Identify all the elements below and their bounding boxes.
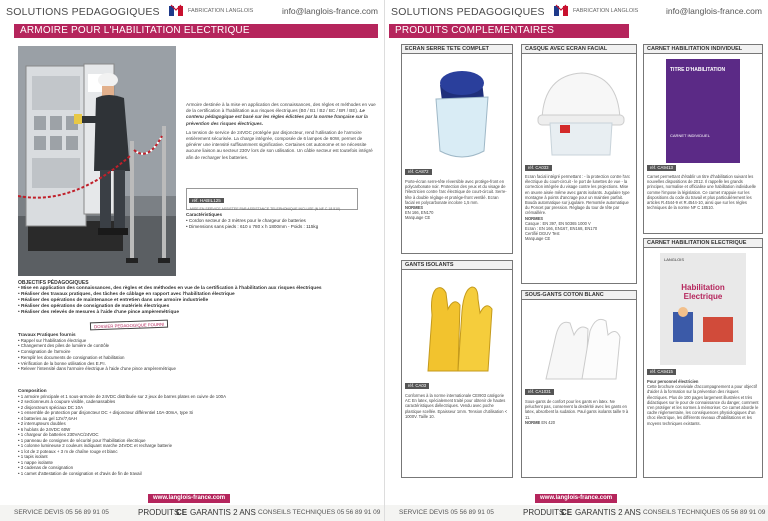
gloves-icon <box>427 286 493 372</box>
page-header: SOLUTIONS PEDAGOGIQUES FABRICATION LANGL… <box>6 4 378 20</box>
product-card: GANTS ISOLANTS réf. CA03 Conformes à la … <box>401 260 513 478</box>
website-link[interactable]: www.langlois-france.com <box>148 494 231 503</box>
product-reference: réf. CA1031 <box>525 389 554 395</box>
cabinet-photo-illustration <box>18 46 176 276</box>
product-reference: réf. CA03 <box>405 383 430 389</box>
langlois-logo-icon <box>169 4 183 16</box>
page-footer: SERVICE DEVIS 05 56 89 91 05 PRODUITS CE… <box>385 505 768 521</box>
product-description: Carnet permettant d'établir un titre d'h… <box>647 174 756 211</box>
footer-garantie: GARANTIS 2 ANS <box>190 508 256 517</box>
footer-produits: PRODUITS <box>523 508 565 517</box>
carnet-cover: Habilitation Electrique LANGLOIS <box>660 253 746 365</box>
product-description: Porte-écran serre-tête réversible avec p… <box>405 179 509 221</box>
electrician-illustration-icon <box>673 307 733 342</box>
ce-mark-icon: CE <box>176 508 188 517</box>
ce-mark-icon: CE <box>561 508 573 517</box>
travaux-item: Relever l'intensité dans l'armoire élect… <box>18 366 378 372</box>
product-description-text: Ecran facial intégré permettant : - la p… <box>525 174 630 216</box>
product-description-text: Sous-gants de confort pour les gants en … <box>525 399 629 420</box>
composition-item: 1 carnet d'attestation de consignation e… <box>18 471 378 477</box>
objectif-item: Réaliser des relevés de mesures à l'aide… <box>18 310 378 316</box>
product-card: CARNET HABILITATION ELECTRIQUE Habilitat… <box>643 238 763 478</box>
reference-tag: réf. HABIL125 <box>189 198 224 203</box>
travaux-section: Travaux Pratiques fournis Rappel sur l'h… <box>18 332 378 372</box>
product-reference: réf. CA9413 <box>647 165 676 171</box>
product-card: CASQUE AVEC ECRAN FACIAL réf. CA033 Ecra… <box>521 44 637 284</box>
manufacturer-label: FABRICATION LANGLOIS <box>188 8 254 14</box>
product-norms: Casque : EN 397, EN 50365 1000 V Ecran :… <box>525 220 598 242</box>
product-title: CARNET HABILITATION INDIVIDUEL <box>644 45 762 54</box>
page-header: SOLUTIONS PEDAGOGIQUES FABRICATION LANGL… <box>391 4 762 20</box>
product-description-text: Porte-écran serre-tête réversible avec p… <box>405 179 507 205</box>
cabinet-photo <box>18 46 176 276</box>
product-description: Sous-gants de confort pour les gants en … <box>525 399 633 425</box>
product-reference: réf. CA872 <box>405 169 432 175</box>
composition-section: Composition 1 armoire principale et 1 so… <box>18 388 378 476</box>
reference-box: réf. HABIL125 MISE EN SERVICE ASSISTEE P… <box>186 188 358 211</box>
right-page: SOLUTIONS PEDAGOGIQUES FABRICATION LANGL… <box>384 0 768 521</box>
footer-conseils: CONSEILS TECHNIQUES 05 56 89 91 09 <box>258 509 381 516</box>
product-norms-title: NORME <box>525 419 541 425</box>
product-description-text: Cette brochure conviviale d'accompagneme… <box>647 384 759 426</box>
objectifs-section: OBJECTIFS PÉDAGOGIQUES Mise en applicati… <box>18 280 378 316</box>
carnet-cover-title: TITRE D'HABILITATION <box>670 67 726 73</box>
footer-service: SERVICE DEVIS 05 56 89 91 05 <box>14 509 109 516</box>
intro-paragraph-2: La tension de service de 24VDC protégée … <box>186 129 373 160</box>
intro-text: Armoire destinée à la mise en applicatio… <box>186 102 376 164</box>
product-card: CARNET HABILITATION INDIVIDUEL TITRE D'H… <box>643 44 763 234</box>
caracteristiques-item: • Dimensions sans pieds : 610 x 780 x h … <box>186 224 319 229</box>
product-description: Conformes à la norme internationale CEI9… <box>405 393 508 419</box>
product-title: SOUS-GANTS COTON BLANC <box>522 291 636 300</box>
intro-paragraph-1: Armoire destinée à la mise en applicatio… <box>186 102 376 114</box>
langlois-logo-icon <box>554 4 568 16</box>
cotton-gloves-icon <box>545 318 621 380</box>
website-link[interactable]: www.langlois-france.com <box>535 494 618 503</box>
caracteristiques-section: Caractéristiques • Cordon secteur de 3 m… <box>186 212 376 230</box>
footer-garantie: GARANTIS 2 ANS <box>575 508 641 517</box>
page-footer: SERVICE DEVIS 05 56 89 91 05 PRODUITS CE… <box>0 505 384 521</box>
product-description: Pour personnel électricien Cette brochur… <box>647 379 759 426</box>
product-title: ECRAN SERRE TETE COMPLET <box>402 45 512 54</box>
section-banner: PRODUITS COMPLEMENTAIRES <box>389 24 629 38</box>
helmet-icon <box>537 72 625 156</box>
left-page: SOLUTIONS PEDAGOGIQUES FABRICATION LANGL… <box>0 0 384 521</box>
product-reference: réf. CA033 <box>525 165 552 171</box>
product-reference: réf. CA9415 <box>647 369 676 375</box>
brand-title: SOLUTIONS PEDAGOGIQUES <box>6 6 160 18</box>
footer-service: SERVICE DEVIS 05 56 89 91 05 <box>399 509 494 516</box>
reference-subtitle: MISE EN SERVICE ASSISTEE PAR ASSISTANCE … <box>190 207 341 211</box>
product-card: SOUS-GANTS COTON BLANC réf. CA1031 Sous-… <box>521 290 637 478</box>
footer-conseils: CONSEILS TECHNIQUES 05 56 89 91 09 <box>643 509 766 516</box>
email-link[interactable]: info@langlois-france.com <box>282 6 378 16</box>
face-shield-icon <box>435 71 489 158</box>
product-norms: EN 420 <box>541 419 556 425</box>
product-title: GANTS ISOLANTS <box>402 261 512 270</box>
carnet-cover: TITRE D'HABILITATION CARNET INDIVIDUEL <box>666 59 740 163</box>
product-description: Ecran facial intégré permettant : - la p… <box>525 174 633 242</box>
brand-title: SOLUTIONS PEDAGOGIQUES <box>391 6 545 18</box>
footer-produits: PRODUITS <box>138 508 180 517</box>
product-norms: EN 166, EN170 Marquage CE <box>405 210 434 221</box>
dossier-stamp: DOSSIER PEDAGOGIQUE FOURNI <box>89 319 169 331</box>
product-title: CASQUE AVEC ECRAN FACIAL <box>522 45 636 54</box>
manufacturer-label: FABRICATION LANGLOIS <box>573 8 639 14</box>
email-link[interactable]: info@langlois-france.com <box>666 6 762 16</box>
section-banner: ARMOIRE POUR L'HABILITATION ELECTRIQUE <box>14 24 378 38</box>
product-title: CARNET HABILITATION ELECTRIQUE <box>644 239 762 248</box>
product-card: ECRAN SERRE TETE COMPLET réf. CA872 Port… <box>401 44 513 254</box>
carnet-cover-subtitle: LANGLOIS <box>664 257 685 262</box>
carnet-cover-subtitle: CARNET INDIVIDUEL <box>670 133 710 138</box>
